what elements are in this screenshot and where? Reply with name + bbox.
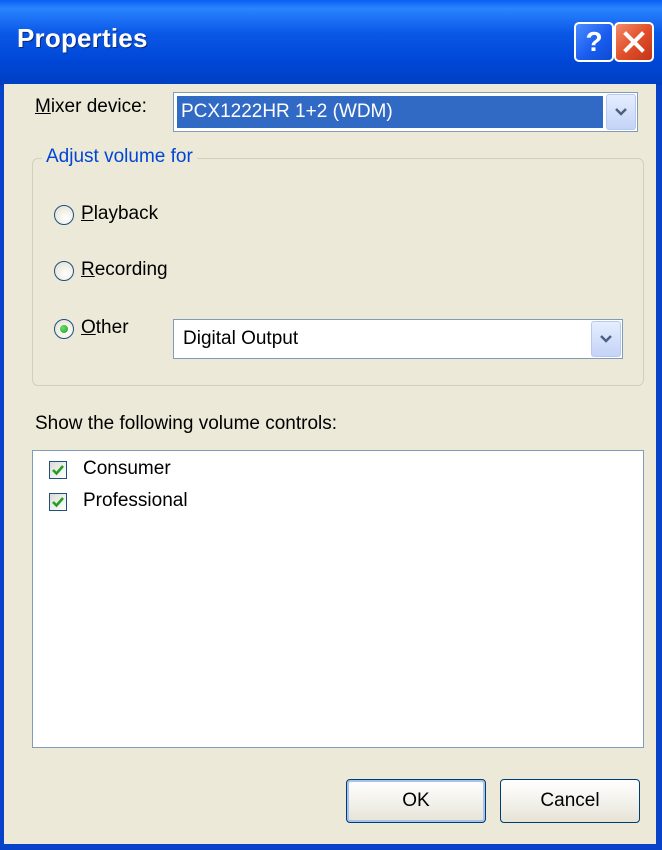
consumer-label[interactable]: Consumer [83,458,171,480]
checkmark-icon [52,497,64,508]
volume-controls-label: Show the following volume controls: [35,413,338,434]
professional-label[interactable]: Professional [83,490,188,512]
consumer-checkbox[interactable] [49,461,67,479]
other-source-value: Digital Output [183,328,299,349]
other-source-select[interactable]: Digital Output [173,319,623,359]
window-title: Properties [17,23,148,53]
close-button[interactable] [614,22,654,62]
checkmark-icon [52,465,64,476]
properties-window: Properties ? Mixer device: PCX1222HR 1+2… [0,0,662,850]
mixer-dropdown-button[interactable] [606,94,636,130]
professional-checkbox[interactable] [49,493,67,511]
recording-radio[interactable] [54,261,74,281]
title-bar[interactable]: Properties ? [0,0,662,85]
playback-radio[interactable] [54,205,74,225]
close-icon [623,31,645,53]
mixer-device-highlight: PCX1222HR 1+2 (WDM) [177,96,603,128]
playback-label[interactable]: Playback [81,203,158,225]
radio-selected-dot [60,325,68,333]
recording-label[interactable]: Recording [81,259,168,281]
help-icon: ? [585,26,603,57]
chevron-down-icon [600,335,612,343]
other-radio[interactable] [54,319,74,339]
other-label[interactable]: Other [81,317,129,339]
list-item[interactable]: Consumer [33,456,333,484]
chevron-down-icon [615,108,627,116]
list-item[interactable]: Professional [33,488,333,516]
volume-controls-list[interactable]: Consumer Professional [32,450,644,748]
mixer-device-label: Mixer device: [35,96,147,117]
help-button[interactable]: ? [574,22,614,62]
mixer-device-select[interactable]: PCX1222HR 1+2 (WDM) [173,92,638,132]
ok-button[interactable]: OK [346,779,486,823]
cancel-button[interactable]: Cancel [500,779,640,823]
adjust-volume-legend: Adjust volume for [42,146,197,168]
mixer-device-value: PCX1222HR 1+2 (WDM) [181,101,393,122]
other-dropdown-button[interactable] [591,321,621,357]
